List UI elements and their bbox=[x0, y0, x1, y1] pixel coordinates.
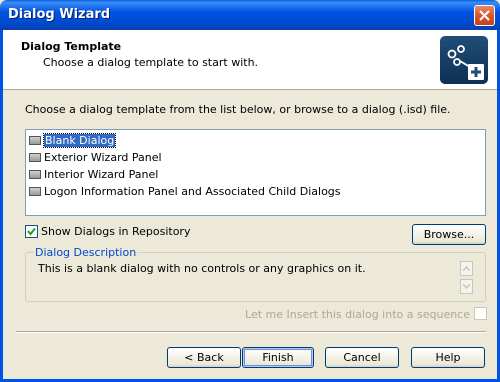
dialog-template-icon bbox=[29, 136, 41, 145]
description-legend: Dialog Description bbox=[34, 246, 138, 259]
insert-sequence-label: Let me Insert this dialog into a sequenc… bbox=[245, 308, 470, 321]
checkmark-icon bbox=[27, 227, 36, 236]
wizard-header: Dialog Template Choose a dialog template… bbox=[3, 30, 497, 90]
dialog-description-group: Dialog Description This is a blank dialo… bbox=[25, 246, 486, 302]
chevron-down-icon bbox=[463, 284, 470, 289]
divider bbox=[16, 331, 486, 333]
dialog-wizard-icon bbox=[440, 36, 488, 84]
chevron-up-icon bbox=[463, 266, 470, 271]
title-bar[interactable]: Dialog Wizard bbox=[0, 0, 500, 30]
list-item-label: Logon Information Panel and Associated C… bbox=[44, 185, 341, 198]
scroll-down-button[interactable] bbox=[460, 279, 473, 294]
list-item[interactable]: Blank Dialog bbox=[29, 133, 117, 149]
list-item-label: Interior Wizard Panel bbox=[44, 168, 159, 181]
cancel-button[interactable]: Cancel bbox=[325, 347, 399, 368]
show-repository-checkbox[interactable] bbox=[25, 225, 38, 238]
dialog-template-icon bbox=[29, 153, 41, 162]
show-repository-option[interactable]: Show Dialogs in Repository bbox=[25, 225, 190, 240]
list-item-label: Exterior Wizard Panel bbox=[44, 151, 162, 164]
header-subtitle: Choose a dialog template to start with. bbox=[43, 56, 259, 69]
list-item[interactable]: Logon Information Panel and Associated C… bbox=[29, 184, 341, 200]
show-repository-label: Show Dialogs in Repository bbox=[41, 225, 191, 238]
header-title: Dialog Template bbox=[21, 40, 122, 53]
window-title: Dialog Wizard bbox=[8, 7, 111, 22]
list-item[interactable]: Exterior Wizard Panel bbox=[29, 150, 162, 166]
dialog-template-icon bbox=[29, 187, 41, 196]
list-item-label: Blank Dialog bbox=[42, 133, 117, 148]
help-button[interactable]: Help bbox=[411, 347, 485, 368]
instruction-text: Choose a dialog template from the list b… bbox=[25, 103, 451, 116]
scroll-up-button[interactable] bbox=[460, 261, 473, 276]
template-listbox[interactable]: Blank Dialog Exterior Wizard Panel Inter… bbox=[25, 129, 486, 216]
back-button[interactable]: < Back bbox=[167, 347, 241, 368]
close-button[interactable] bbox=[474, 5, 495, 26]
insert-sequence-checkbox[interactable] bbox=[474, 307, 487, 320]
finish-button[interactable]: Finish bbox=[242, 347, 314, 368]
description-text: This is a blank dialog with no controls … bbox=[38, 262, 366, 275]
dialog-template-icon bbox=[29, 170, 41, 179]
close-icon bbox=[479, 10, 490, 21]
browse-button[interactable]: Browse... bbox=[412, 224, 486, 245]
list-item[interactable]: Interior Wizard Panel bbox=[29, 167, 158, 183]
